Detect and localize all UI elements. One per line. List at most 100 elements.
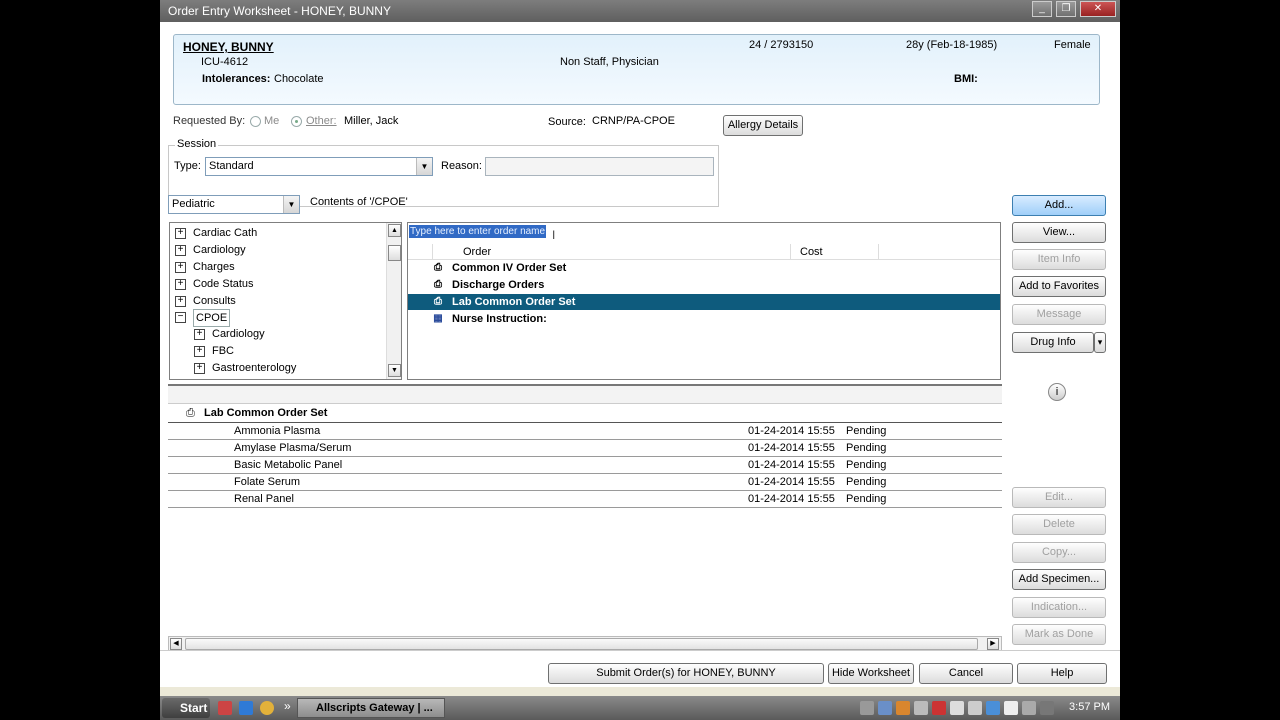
copy-button[interactable]: Copy... <box>1012 542 1106 563</box>
tray-icon[interactable] <box>932 701 946 715</box>
window-title: Order Entry Worksheet - HONEY, BUNNY <box>168 4 391 18</box>
delete-button[interactable]: Delete <box>1012 514 1106 535</box>
session-title: Session <box>175 138 219 150</box>
add-specimen-button[interactable]: Add Specimen... <box>1012 569 1106 590</box>
text-cursor-icon: I <box>552 228 556 242</box>
catalog-dropdown[interactable]: Pediatric ▼ <box>168 195 300 214</box>
tray-icon[interactable] <box>860 701 874 715</box>
ie-icon[interactable] <box>239 701 253 715</box>
detail-row[interactable]: Renal Panel 01-24-2014 15:55 Pending <box>168 491 1002 508</box>
scroll-down-icon[interactable]: ▼ <box>388 364 401 377</box>
mark-as-done-button[interactable]: Mark as Done <box>1012 624 1106 645</box>
me-radio[interactable] <box>250 116 261 127</box>
help-button[interactable]: Help <box>1017 663 1107 684</box>
collapse-icon[interactable]: − <box>175 312 186 323</box>
scroll-left-icon[interactable]: ◀ <box>170 638 182 650</box>
volume-icon[interactable] <box>1004 701 1018 715</box>
detail-group-title: Lab Common Order Set <box>204 407 328 419</box>
close-button[interactable]: ✕ <box>1080 1 1116 17</box>
source-label: Source: <box>548 116 586 128</box>
scroll-thumb[interactable] <box>185 638 978 650</box>
expand-icon[interactable]: + <box>175 245 186 256</box>
column-cost[interactable]: Cost <box>800 246 823 261</box>
minimize-button[interactable]: _ <box>1032 1 1052 17</box>
order-row[interactable]: ▦ Nurse Instruction: <box>408 311 1000 327</box>
cancel-button[interactable]: Cancel <box>919 663 1013 684</box>
order-set-icon: ⎙ <box>434 296 442 307</box>
item-info-button[interactable]: Item Info <box>1012 249 1106 270</box>
session-type-dropdown[interactable]: Standard ▼ <box>205 157 433 176</box>
title-bar[interactable]: Order Entry Worksheet - HONEY, BUNNY _ ❐… <box>160 0 1120 22</box>
restore-button[interactable]: ❐ <box>1056 1 1076 17</box>
me-radio-label: Me <box>264 115 280 127</box>
chrome-icon[interactable] <box>218 701 232 715</box>
indication-button[interactable]: Indication... <box>1012 597 1106 618</box>
tray-icon[interactable] <box>1022 701 1036 715</box>
chevron-down-icon[interactable]: ▼ <box>416 158 432 175</box>
scroll-right-icon[interactable]: ▶ <box>987 638 999 650</box>
start-button[interactable]: Start <box>162 698 210 718</box>
detail-row[interactable]: Folate Serum 01-24-2014 15:55 Pending <box>168 474 1002 491</box>
tray-icon[interactable] <box>878 701 892 715</box>
drug-info-dropdown-icon[interactable]: ▾ <box>1094 332 1106 353</box>
quicklaunch-chevron-icon[interactable]: » <box>284 699 291 713</box>
expand-icon[interactable]: + <box>175 296 186 307</box>
column-order[interactable]: Order <box>463 246 491 261</box>
grid-icon: ▦ <box>433 313 443 324</box>
order-row[interactable]: ⎙ Common IV Order Set <box>408 260 1000 276</box>
submit-orders-button[interactable]: Submit Order(s) for HONEY, BUNNY <box>548 663 824 684</box>
order-row[interactable]: ⎙ Discharge Orders <box>408 277 1000 293</box>
bmi-label: BMI: <box>954 73 978 85</box>
network-icon[interactable] <box>986 701 1000 715</box>
edit-button[interactable]: Edit... <box>1012 487 1106 508</box>
patient-age-dob: 28y (Feb-18-1985) <box>906 39 998 51</box>
scroll-thumb[interactable] <box>388 245 401 261</box>
tray-icon[interactable] <box>896 701 910 715</box>
drug-info-button[interactable]: Drug Info <box>1012 332 1094 353</box>
windows-taskbar: Start » Allscripts Gateway | ... 3:57 PM <box>160 696 1120 720</box>
detail-group-row[interactable]: ⎙ Lab Common Order Set <box>168 405 1002 423</box>
order-entry-window: Order Entry Worksheet - HONEY, BUNNY _ ❐… <box>160 0 1120 720</box>
contents-label: Contents of '/CPOE' <box>310 196 408 208</box>
footer-bar: Submit Order(s) for HONEY, BUNNY Hide Wo… <box>160 650 1120 686</box>
patient-name[interactable]: HONEY, BUNNY <box>183 40 274 54</box>
detail-row[interactable]: Amylase Plasma/Serum 01-24-2014 15:55 Pe… <box>168 440 1002 457</box>
smiley-icon[interactable] <box>260 701 274 715</box>
tray-icon[interactable] <box>1040 701 1054 715</box>
reason-input[interactable] <box>485 157 714 176</box>
tray-icon[interactable] <box>968 701 982 715</box>
detail-row[interactable]: Ammonia Plasma 01-24-2014 15:55 Pending <box>168 423 1002 440</box>
patient-sex: Female <box>1054 39 1091 51</box>
info-icon[interactable]: i <box>1048 383 1066 401</box>
staff-type: Non Staff, Physician <box>560 56 659 68</box>
order-search-input[interactable]: Type here to enter order name <box>409 225 547 238</box>
add-button[interactable]: Add... <box>1012 195 1106 216</box>
view-button[interactable]: View... <box>1012 222 1106 243</box>
taskbar-clock[interactable]: 3:57 PM <box>1069 701 1110 713</box>
detail-row[interactable]: Basic Metabolic Panel 01-24-2014 15:55 P… <box>168 457 1002 474</box>
tray-icon[interactable] <box>914 701 928 715</box>
patient-banner: HONEY, BUNNY ICU-4612 Intolerances: Choc… <box>173 34 1100 105</box>
hide-worksheet-button[interactable]: Hide Worksheet <box>828 663 914 684</box>
worksheet-body: HONEY, BUNNY ICU-4612 Intolerances: Choc… <box>160 22 1120 687</box>
orders-header: Order Cost <box>408 244 1000 260</box>
expand-icon[interactable]: + <box>175 262 186 273</box>
expand-icon[interactable]: + <box>175 228 186 239</box>
expand-icon[interactable]: + <box>194 346 205 357</box>
expand-icon[interactable]: + <box>175 279 186 290</box>
expand-icon[interactable]: + <box>194 329 205 340</box>
other-radio[interactable] <box>291 116 302 127</box>
expand-icon[interactable]: + <box>194 363 205 374</box>
scroll-up-icon[interactable]: ▲ <box>388 224 401 237</box>
message-button[interactable]: Message <box>1012 304 1106 325</box>
orders-list[interactable]: Type here to enter order name I Order Co… <box>407 222 1001 380</box>
catalog-tree[interactable]: + Cardiac Cath + Cardiology + Charges + … <box>169 222 402 380</box>
allergy-details-button[interactable]: Allergy Details <box>723 115 803 136</box>
tray-icon[interactable] <box>950 701 964 715</box>
chevron-down-icon[interactable]: ▼ <box>283 196 299 213</box>
taskbar-item-allscripts[interactable]: Allscripts Gateway | ... <box>297 698 445 718</box>
tree-scrollbar[interactable]: ▲ ▼ <box>386 223 401 379</box>
order-row-selected[interactable]: ⎙ Lab Common Order Set <box>408 294 1000 310</box>
add-to-favorites-button[interactable]: Add to Favorites <box>1012 276 1106 297</box>
requested-by-label: Requested By: <box>173 115 246 127</box>
